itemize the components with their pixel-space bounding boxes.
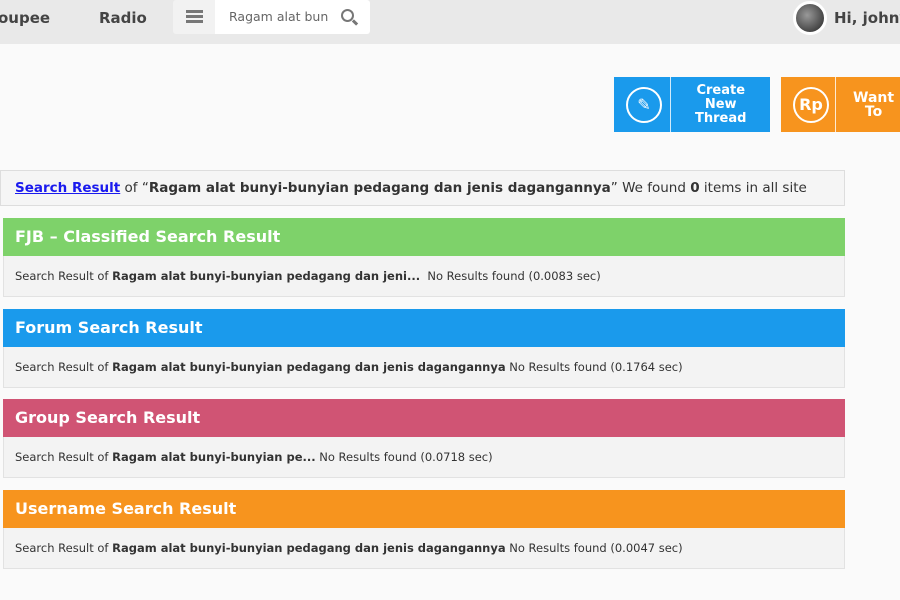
hamburger-line (186, 20, 203, 23)
nav-item-radio[interactable]: Radio (99, 0, 147, 36)
icon-cell: Rp (781, 77, 837, 132)
nav-item-groupee[interactable]: oupee (0, 0, 50, 36)
block-title: Group Search Result (3, 399, 845, 437)
avatar[interactable] (793, 1, 827, 35)
summary-text: of “ (120, 180, 149, 196)
block-body: Search Result of Ragam alat bunyi-bunyia… (3, 437, 845, 478)
status: No Results found (0.0083 sec) (420, 269, 601, 283)
status: No Results found (0.0047 sec) (505, 541, 683, 555)
hamburger-line (186, 15, 203, 18)
summary-text: ” We found (610, 180, 691, 196)
search-result-link[interactable]: Search Result (15, 180, 120, 196)
prefix: Search Result of (15, 450, 113, 464)
prefix: Search Result of (15, 269, 113, 283)
block-title: Username Search Result (3, 490, 845, 528)
result-count: 0 (690, 180, 700, 196)
search-icon[interactable] (341, 9, 354, 22)
block-title: FJB – Classified Search Result (3, 218, 845, 256)
search-input[interactable] (229, 9, 334, 24)
block-body: Search Result of Ragam alat bunyi-bunyia… (3, 528, 845, 569)
label-line: Thread (695, 110, 747, 126)
search-summary: Search Result of “Ragam alat bunyi-bunyi… (0, 170, 845, 206)
label-line: Create New (696, 82, 746, 112)
create-thread-label: Create New Thread (671, 77, 770, 132)
icon-cell: ✎ (614, 77, 672, 132)
hamburger-icon (186, 10, 203, 13)
menu-button[interactable] (173, 0, 215, 34)
status: No Results found (0.1764 sec) (505, 360, 683, 374)
fjb-result-block: FJB – Classified Search Result Search Re… (3, 218, 845, 297)
group-result-block: Group Search Result Search Result of Rag… (3, 399, 845, 478)
status: No Results found (0.0718 sec) (315, 450, 493, 464)
query: Ragam alat bunyi-bunyian pe... (112, 450, 316, 464)
search-box (215, 0, 370, 34)
create-thread-button[interactable]: ✎ Create New Thread (614, 77, 770, 132)
summary-query: Ragam alat bunyi-bunyian pedagang dan je… (148, 180, 611, 196)
query: Ragam alat bunyi-bunyian pedagang dan je… (112, 360, 506, 374)
username-result-block: Username Search Result Search Result of … (3, 490, 845, 569)
rupiah-icon: Rp (793, 87, 829, 123)
query: Ragam alat bunyi-bunyian pedagang dan je… (112, 269, 421, 283)
block-body: Search Result of Ragam alat bunyi-bunyia… (3, 347, 845, 388)
user-greeting[interactable]: Hi, johny (834, 0, 900, 36)
summary-text: items in all site (699, 180, 807, 196)
query: Ragam alat bunyi-bunyian pedagang dan je… (112, 541, 506, 555)
prefix: Search Result of (15, 541, 113, 555)
pencil-icon: ✎ (626, 87, 662, 123)
block-body: Search Result of Ragam alat bunyi-bunyia… (3, 256, 845, 297)
top-bar: oupee Radio Hi, johny (0, 0, 900, 44)
want-to-sell-button[interactable]: Rp Want To (781, 77, 900, 132)
block-title: Forum Search Result (3, 309, 845, 347)
prefix: Search Result of (15, 360, 113, 374)
forum-result-block: Forum Search Result Search Result of Rag… (3, 309, 845, 388)
want-to-label: Want To (853, 89, 895, 120)
